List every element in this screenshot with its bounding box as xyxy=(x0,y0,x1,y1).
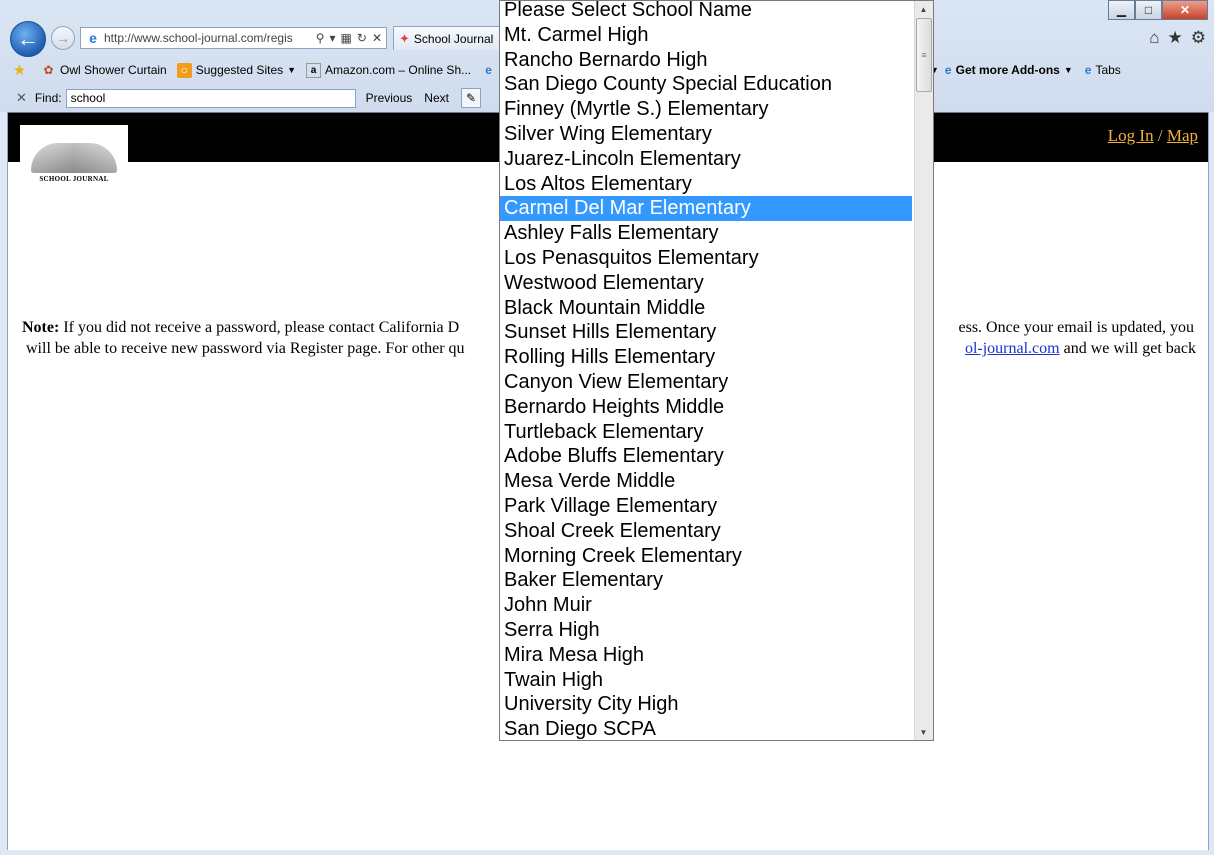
owl-icon: ✿ xyxy=(43,62,54,77)
dropdown-option[interactable]: Baker Elementary xyxy=(500,568,912,593)
school-journal-logo[interactable]: SCHOOL JOURNAL xyxy=(20,125,128,189)
tab-school-journal[interactable]: ✦ School Journal xyxy=(393,26,500,50)
amazon-icon: a xyxy=(306,62,322,78)
dropdown-option[interactable]: Morning Creek Elementary xyxy=(500,544,912,569)
compatibility-icon[interactable]: ▦ xyxy=(341,31,352,45)
dropdown-option[interactable]: Los Altos Elementary xyxy=(500,172,912,197)
dropdown-option[interactable]: Canyon View Elementary xyxy=(500,370,912,395)
minimize-button[interactable]: ▁ xyxy=(1108,0,1135,20)
home-icon[interactable]: ⌂ xyxy=(1149,28,1159,48)
dropdown-option[interactable]: Sunset Hills Elementary xyxy=(500,320,912,345)
dropdown-option[interactable]: San Diego County Special Education xyxy=(500,72,912,97)
note-line2-right: and we will get back xyxy=(1059,340,1196,357)
fav-item-tabs[interactable]: e Tabs xyxy=(1085,63,1121,77)
close-find-icon[interactable]: ✕ xyxy=(16,90,27,106)
dropdown-option[interactable]: San Diego SCPA xyxy=(500,717,912,740)
forward-arrow-icon[interactable]: → xyxy=(51,26,75,50)
ie-page-icon: e xyxy=(944,63,952,77)
scroll-up-icon[interactable]: ▲ xyxy=(915,1,932,17)
find-next-button[interactable]: Next xyxy=(424,91,449,105)
fav-item-amazon[interactable]: a Amazon.com – Online Sh... xyxy=(306,62,472,78)
refresh-icon[interactable]: ↻ xyxy=(357,31,367,45)
dropdown-option[interactable]: Ashley Falls Elementary xyxy=(500,221,912,246)
map-link[interactable]: Map xyxy=(1167,126,1198,145)
search-icon[interactable]: ⚲ xyxy=(316,31,325,45)
address-url[interactable]: http://www.school-journal.com/regis xyxy=(104,31,312,45)
dropdown-option[interactable]: Rancho Bernardo High xyxy=(500,48,912,73)
fav-item-label: Owl Shower Curtain xyxy=(60,63,167,77)
find-label: Find: xyxy=(34,91,62,105)
dropdown-option[interactable]: Los Penasquitos Elementary xyxy=(500,246,912,271)
dropdown-option[interactable]: Bernardo Heights Middle xyxy=(500,395,912,420)
dropdown-option[interactable]: John Muir xyxy=(500,593,912,618)
maximize-button[interactable]: □ xyxy=(1135,0,1162,20)
dropdown-scrollbar[interactable]: ▲ ≡ ▼ xyxy=(914,1,933,740)
dropdown-option[interactable]: Carmel Del Mar Elementary xyxy=(500,196,912,222)
note-line2-left: will be able to receive new password via… xyxy=(26,340,465,357)
fav-item-label: Amazon.com – Online Sh... xyxy=(325,63,472,77)
note-line1-right: ess. Once your email is updated, you xyxy=(958,319,1195,336)
find-bar: ✕ Find: Previous Next ✎ xyxy=(0,86,500,110)
dropdown-option[interactable]: Mira Mesa High xyxy=(500,643,912,668)
favorites-star-icon[interactable]: ★ xyxy=(1168,28,1183,48)
header-links: Log In / Map xyxy=(1108,126,1198,146)
window-controls: ▁ □ ✕ xyxy=(1108,0,1208,20)
dropdown-arrow-icon[interactable]: ▾ xyxy=(330,31,336,45)
tab-favicon-icon: ✦ xyxy=(399,30,410,46)
fav-item-owl[interactable]: ✿ Owl Shower Curtain xyxy=(41,62,167,78)
fav-item-label: Get more Add-ons xyxy=(955,63,1060,77)
highlight-pen-icon[interactable]: ✎ xyxy=(460,88,481,108)
fav-item-label: Tabs xyxy=(1095,63,1121,77)
tab-title: School Journal xyxy=(413,31,494,46)
address-bar[interactable]: e http://www.school-journal.com/regis ⚲ … xyxy=(80,27,387,49)
favorites-add-icon: ★ xyxy=(12,61,27,79)
scroll-down-icon[interactable]: ▼ xyxy=(915,724,932,740)
dropdown-option[interactable]: Black Mountain Middle xyxy=(500,296,912,321)
stop-icon[interactable]: ✕ xyxy=(372,31,382,45)
chevron-down-icon: ▼ xyxy=(1063,65,1073,75)
ie-page-icon: e xyxy=(1084,63,1092,77)
browser-right-icons: ⌂ ★ ⚙ xyxy=(1149,28,1206,48)
dropdown-option[interactable]: Juarez-Lincoln Elementary xyxy=(500,147,912,172)
dropdown-option[interactable]: Park Village Elementary xyxy=(500,494,912,519)
favorites-star-button[interactable]: ★ xyxy=(12,63,31,78)
dropdown-option[interactable]: Shoal Creek Elementary xyxy=(500,519,912,544)
find-previous-button[interactable]: Previous xyxy=(366,91,413,105)
dropdown-option[interactable]: Twain High xyxy=(500,668,912,693)
find-input[interactable] xyxy=(65,88,356,108)
fav-item-label: Suggested Sites xyxy=(195,63,284,77)
gear-icon[interactable]: ⚙ xyxy=(1191,28,1206,48)
logo-text: SCHOOL JOURNAL xyxy=(39,175,109,183)
dropdown-option[interactable]: Adobe Bluffs Elementary xyxy=(500,444,912,469)
favorites-bar-right: ▼ e Get more Add-ons ▼ e Tabs xyxy=(930,58,1121,82)
suggested-sites-icon: ○ xyxy=(176,62,192,78)
contact-email-link[interactable]: ol-journal.com xyxy=(965,340,1060,357)
note-line1-left: If you did not receive a password, pleas… xyxy=(63,319,460,336)
dropdown-option[interactable]: Turtleback Elementary xyxy=(500,420,912,445)
open-book-icon xyxy=(31,135,117,173)
dropdown-option[interactable]: University City High xyxy=(500,692,912,717)
address-tools: ⚲ ▾ ▦ ↻ ✕ xyxy=(312,31,386,45)
dropdown-option[interactable]: Please Select School Name xyxy=(500,1,912,23)
close-window-button[interactable]: ✕ xyxy=(1162,0,1208,20)
dropdown-option[interactable]: Finney (Myrtle S.) Elementary xyxy=(500,97,912,122)
fav-item-get-more-addons[interactable]: e Get more Add-ons ▼ xyxy=(945,63,1073,77)
school-select-dropdown[interactable]: Please Select School Name Mt. Carmel High… xyxy=(499,0,934,741)
fav-item-suggested-sites[interactable]: ○ Suggested Sites ▼ xyxy=(176,62,297,78)
login-link[interactable]: Log In xyxy=(1108,126,1154,145)
back-arrow-icon[interactable]: ← xyxy=(10,21,46,57)
dropdown-option[interactable]: Rolling Hills Elementary xyxy=(500,345,912,370)
link-separator: / xyxy=(1157,126,1163,145)
dropdown-option[interactable]: Silver Wing Elementary xyxy=(500,122,912,147)
ie-page-icon: e xyxy=(485,62,492,77)
note-label: Note: xyxy=(22,319,60,336)
dropdown-option[interactable]: Serra High xyxy=(500,618,912,643)
ie-logo-icon: e xyxy=(89,30,97,46)
dropdown-option[interactable]: Westwood Elementary xyxy=(500,271,912,296)
dropdown-options: Please Select School Name Mt. Carmel High… xyxy=(500,1,912,740)
scroll-thumb[interactable]: ≡ xyxy=(916,18,932,92)
dropdown-option[interactable]: Mt. Carmel High xyxy=(500,23,912,48)
dropdown-option[interactable]: Mesa Verde Middle xyxy=(500,469,912,494)
chevron-down-icon: ▼ xyxy=(287,65,297,75)
